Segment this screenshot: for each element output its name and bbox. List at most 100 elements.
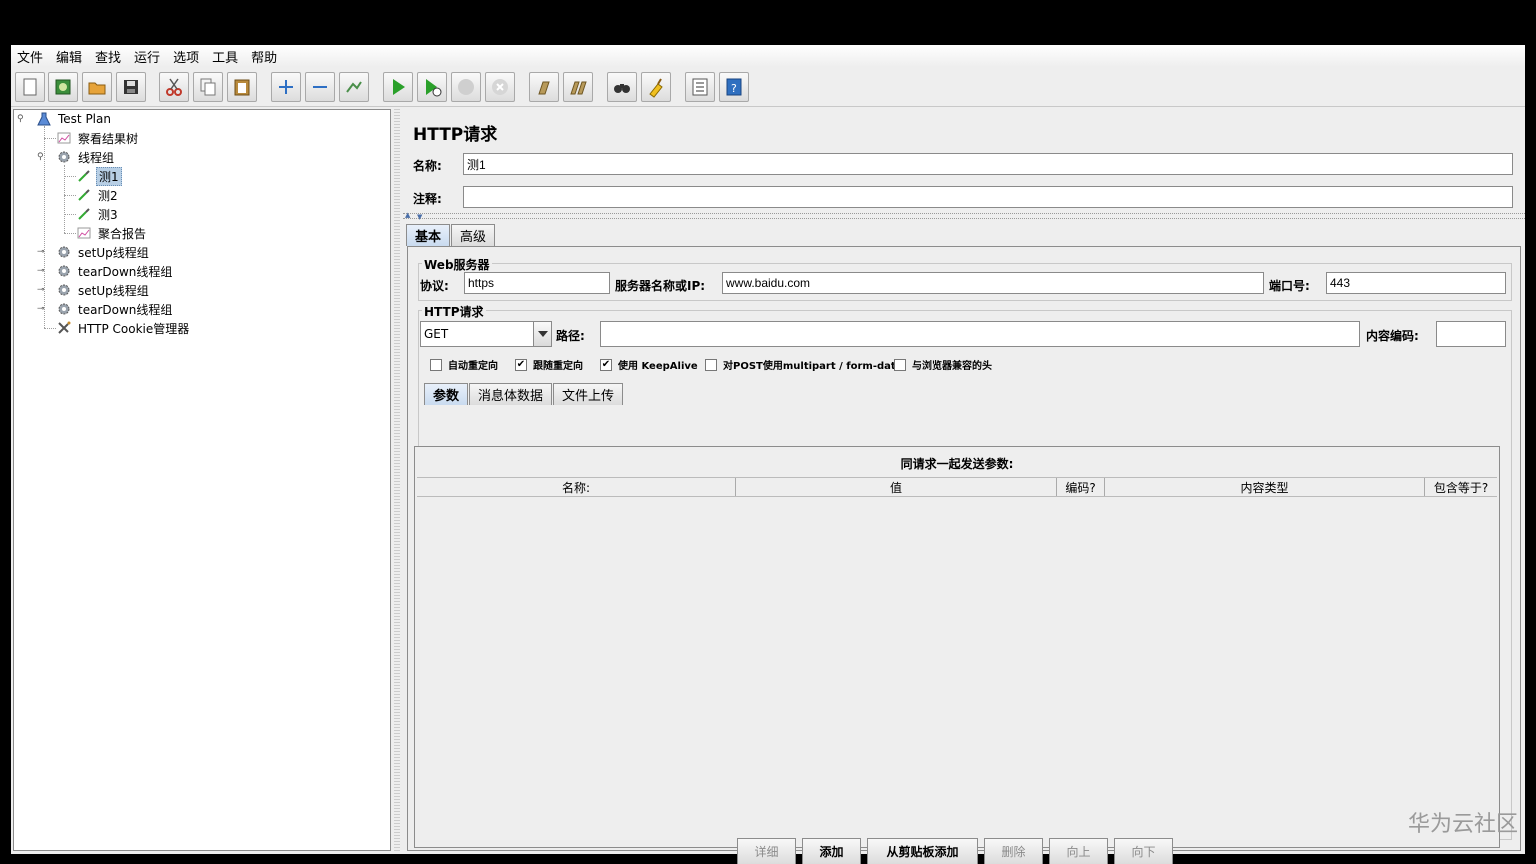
checkbox-box[interactable]: ✔ (600, 358, 612, 371)
help-button[interactable]: ? (719, 72, 749, 102)
tab-body-data[interactable]: 消息体数据 (469, 383, 553, 405)
tree-node-teardown-thread-group-1[interactable]: tearDown线程组 (56, 262, 174, 280)
templates-icon (55, 79, 71, 95)
save-button[interactable] (116, 72, 146, 102)
menu-help[interactable]: 帮助 (251, 47, 277, 66)
auto-redirect-checkbox[interactable]: 自动重定向 (430, 357, 498, 372)
collapse-up-icon[interactable]: ▲ (405, 211, 410, 219)
reset-search-icon (649, 78, 663, 98)
move-up-button[interactable]: 向上 (1049, 838, 1108, 864)
gear-icon (56, 282, 72, 298)
tab-parameters[interactable]: 参数 (424, 383, 469, 405)
tree-handle-setup-2[interactable]: ⊸ (37, 285, 47, 295)
tree-node-teardown-thread-group-2[interactable]: tearDown线程组 (56, 300, 174, 318)
paste-button[interactable] (227, 72, 257, 102)
browser-headers-checkbox[interactable]: 与浏览器兼容的头 (894, 357, 992, 372)
comment-field[interactable] (463, 186, 1513, 208)
panel-splitter[interactable] (394, 109, 400, 851)
tree-node-sampler-1[interactable]: 测1 (76, 166, 122, 186)
checkbox-box[interactable] (430, 358, 442, 371)
menu-file[interactable]: 文件 (17, 47, 43, 66)
encoding-field[interactable] (1436, 321, 1506, 347)
tree-node-label: HTTP Cookie管理器 (78, 321, 190, 336)
menu-run[interactable]: 运行 (134, 47, 160, 66)
tab-file-upload[interactable]: 文件上传 (553, 383, 624, 405)
tree-handle-teardown-2[interactable]: ⊸ (37, 304, 47, 314)
menu-bar: 文件 编辑 查找 运行 选项 工具 帮助 (11, 45, 1525, 67)
menu-options[interactable]: 选项 (173, 47, 199, 66)
protocol-field[interactable] (464, 272, 610, 294)
tree-node-setup-thread-group-1[interactable]: setUp线程组 (56, 243, 151, 261)
tree-node-view-results[interactable]: 察看结果树 (56, 129, 140, 147)
search-button[interactable] (607, 72, 637, 102)
new-button[interactable] (15, 72, 45, 102)
toggle-button[interactable] (339, 72, 369, 102)
flask-icon (36, 111, 52, 127)
detail-button[interactable]: 详细 (737, 838, 796, 864)
parameter-buttons: 详细 添加 从剪贴板添加 删除 向上 向下 (737, 838, 1179, 864)
tree-node-setup-thread-group-2[interactable]: setUp线程组 (56, 281, 151, 299)
add-from-clipboard-button[interactable]: 从剪贴板添加 (867, 838, 978, 864)
reset-search-button[interactable] (641, 72, 671, 102)
open-button[interactable] (82, 72, 112, 102)
name-field[interactable] (463, 153, 1513, 175)
multipart-checkbox[interactable]: 对POST使用multipart / form-data (705, 357, 902, 372)
path-field[interactable] (600, 321, 1360, 347)
new-icon (23, 78, 37, 96)
shutdown-button[interactable] (485, 72, 515, 102)
tab-advanced[interactable]: 高级 (451, 224, 496, 246)
toolbar: ? (11, 67, 1525, 107)
cut-icon (166, 78, 182, 96)
tree-handle-thread-group[interactable]: ⚲ (37, 152, 47, 162)
wrench-icon (56, 320, 72, 336)
expand-all-button[interactable] (271, 72, 301, 102)
collapse-down-icon[interactable]: ▼ (417, 213, 422, 221)
move-down-button[interactable]: 向下 (1114, 838, 1173, 864)
column-content-type[interactable]: 内容类型 (1105, 478, 1425, 496)
section-divider[interactable] (403, 213, 1525, 219)
port-field[interactable] (1326, 272, 1506, 294)
checkbox-box[interactable] (894, 358, 906, 371)
tree-node-aggregate-report[interactable]: 聚合报告 (76, 224, 148, 242)
tree-handle-setup-1[interactable]: ⊸ (37, 247, 47, 257)
function-helper-button[interactable] (685, 72, 715, 102)
keepalive-checkbox[interactable]: ✔ 使用 KeepAlive (600, 357, 698, 372)
gear-icon (56, 263, 72, 279)
tree-node-test-plan[interactable]: Test Plan (36, 110, 113, 128)
collapse-all-button[interactable] (305, 72, 335, 102)
tree-node-label: setUp线程组 (78, 283, 149, 298)
tab-basic[interactable]: 基本 (406, 224, 451, 246)
checkbox-box[interactable]: ✔ (515, 358, 527, 371)
menu-edit[interactable]: 编辑 (56, 47, 82, 66)
templates-button[interactable] (48, 72, 78, 102)
tree-handle-root[interactable]: ⚲ (17, 114, 27, 124)
menu-search[interactable]: 查找 (95, 47, 121, 66)
copy-button[interactable] (193, 72, 223, 102)
start-no-pause-button[interactable] (417, 72, 447, 102)
clear-all-button[interactable] (563, 72, 593, 102)
tree-node-label: 测2 (98, 188, 118, 203)
start-button[interactable] (383, 72, 413, 102)
column-include-equals[interactable]: 包含等于? (1425, 478, 1497, 496)
tree-handle-teardown-1[interactable]: ⊸ (37, 266, 47, 276)
column-encode[interactable]: 编码? (1057, 478, 1105, 496)
chevron-down-icon[interactable] (533, 322, 551, 346)
method-select[interactable]: GET (420, 321, 552, 347)
tree-node-cookie-manager[interactable]: HTTP Cookie管理器 (56, 319, 191, 337)
tree-node-thread-group[interactable]: 线程组 (56, 148, 116, 166)
follow-redirects-checkbox[interactable]: ✔ 跟随重定向 (515, 357, 583, 372)
tree-node-sampler-3[interactable]: 测3 (76, 205, 120, 223)
basic-tab-content: Web服务器 协议: 服务器名称或IP: 端口号: HTTP请求 GET 路径:… (407, 246, 1521, 864)
clear-button[interactable] (529, 72, 559, 102)
cut-button[interactable] (159, 72, 189, 102)
stop-button[interactable] (451, 72, 481, 102)
menu-tools[interactable]: 工具 (212, 47, 238, 66)
column-name[interactable]: 名称: (417, 478, 736, 496)
copy-icon (200, 78, 216, 96)
tree-node-sampler-2[interactable]: 测2 (76, 186, 120, 204)
server-field[interactable] (722, 272, 1264, 294)
checkbox-box[interactable] (705, 358, 717, 371)
column-value[interactable]: 值 (736, 478, 1057, 496)
add-button[interactable]: 添加 (802, 838, 861, 864)
delete-button[interactable]: 删除 (984, 838, 1043, 864)
